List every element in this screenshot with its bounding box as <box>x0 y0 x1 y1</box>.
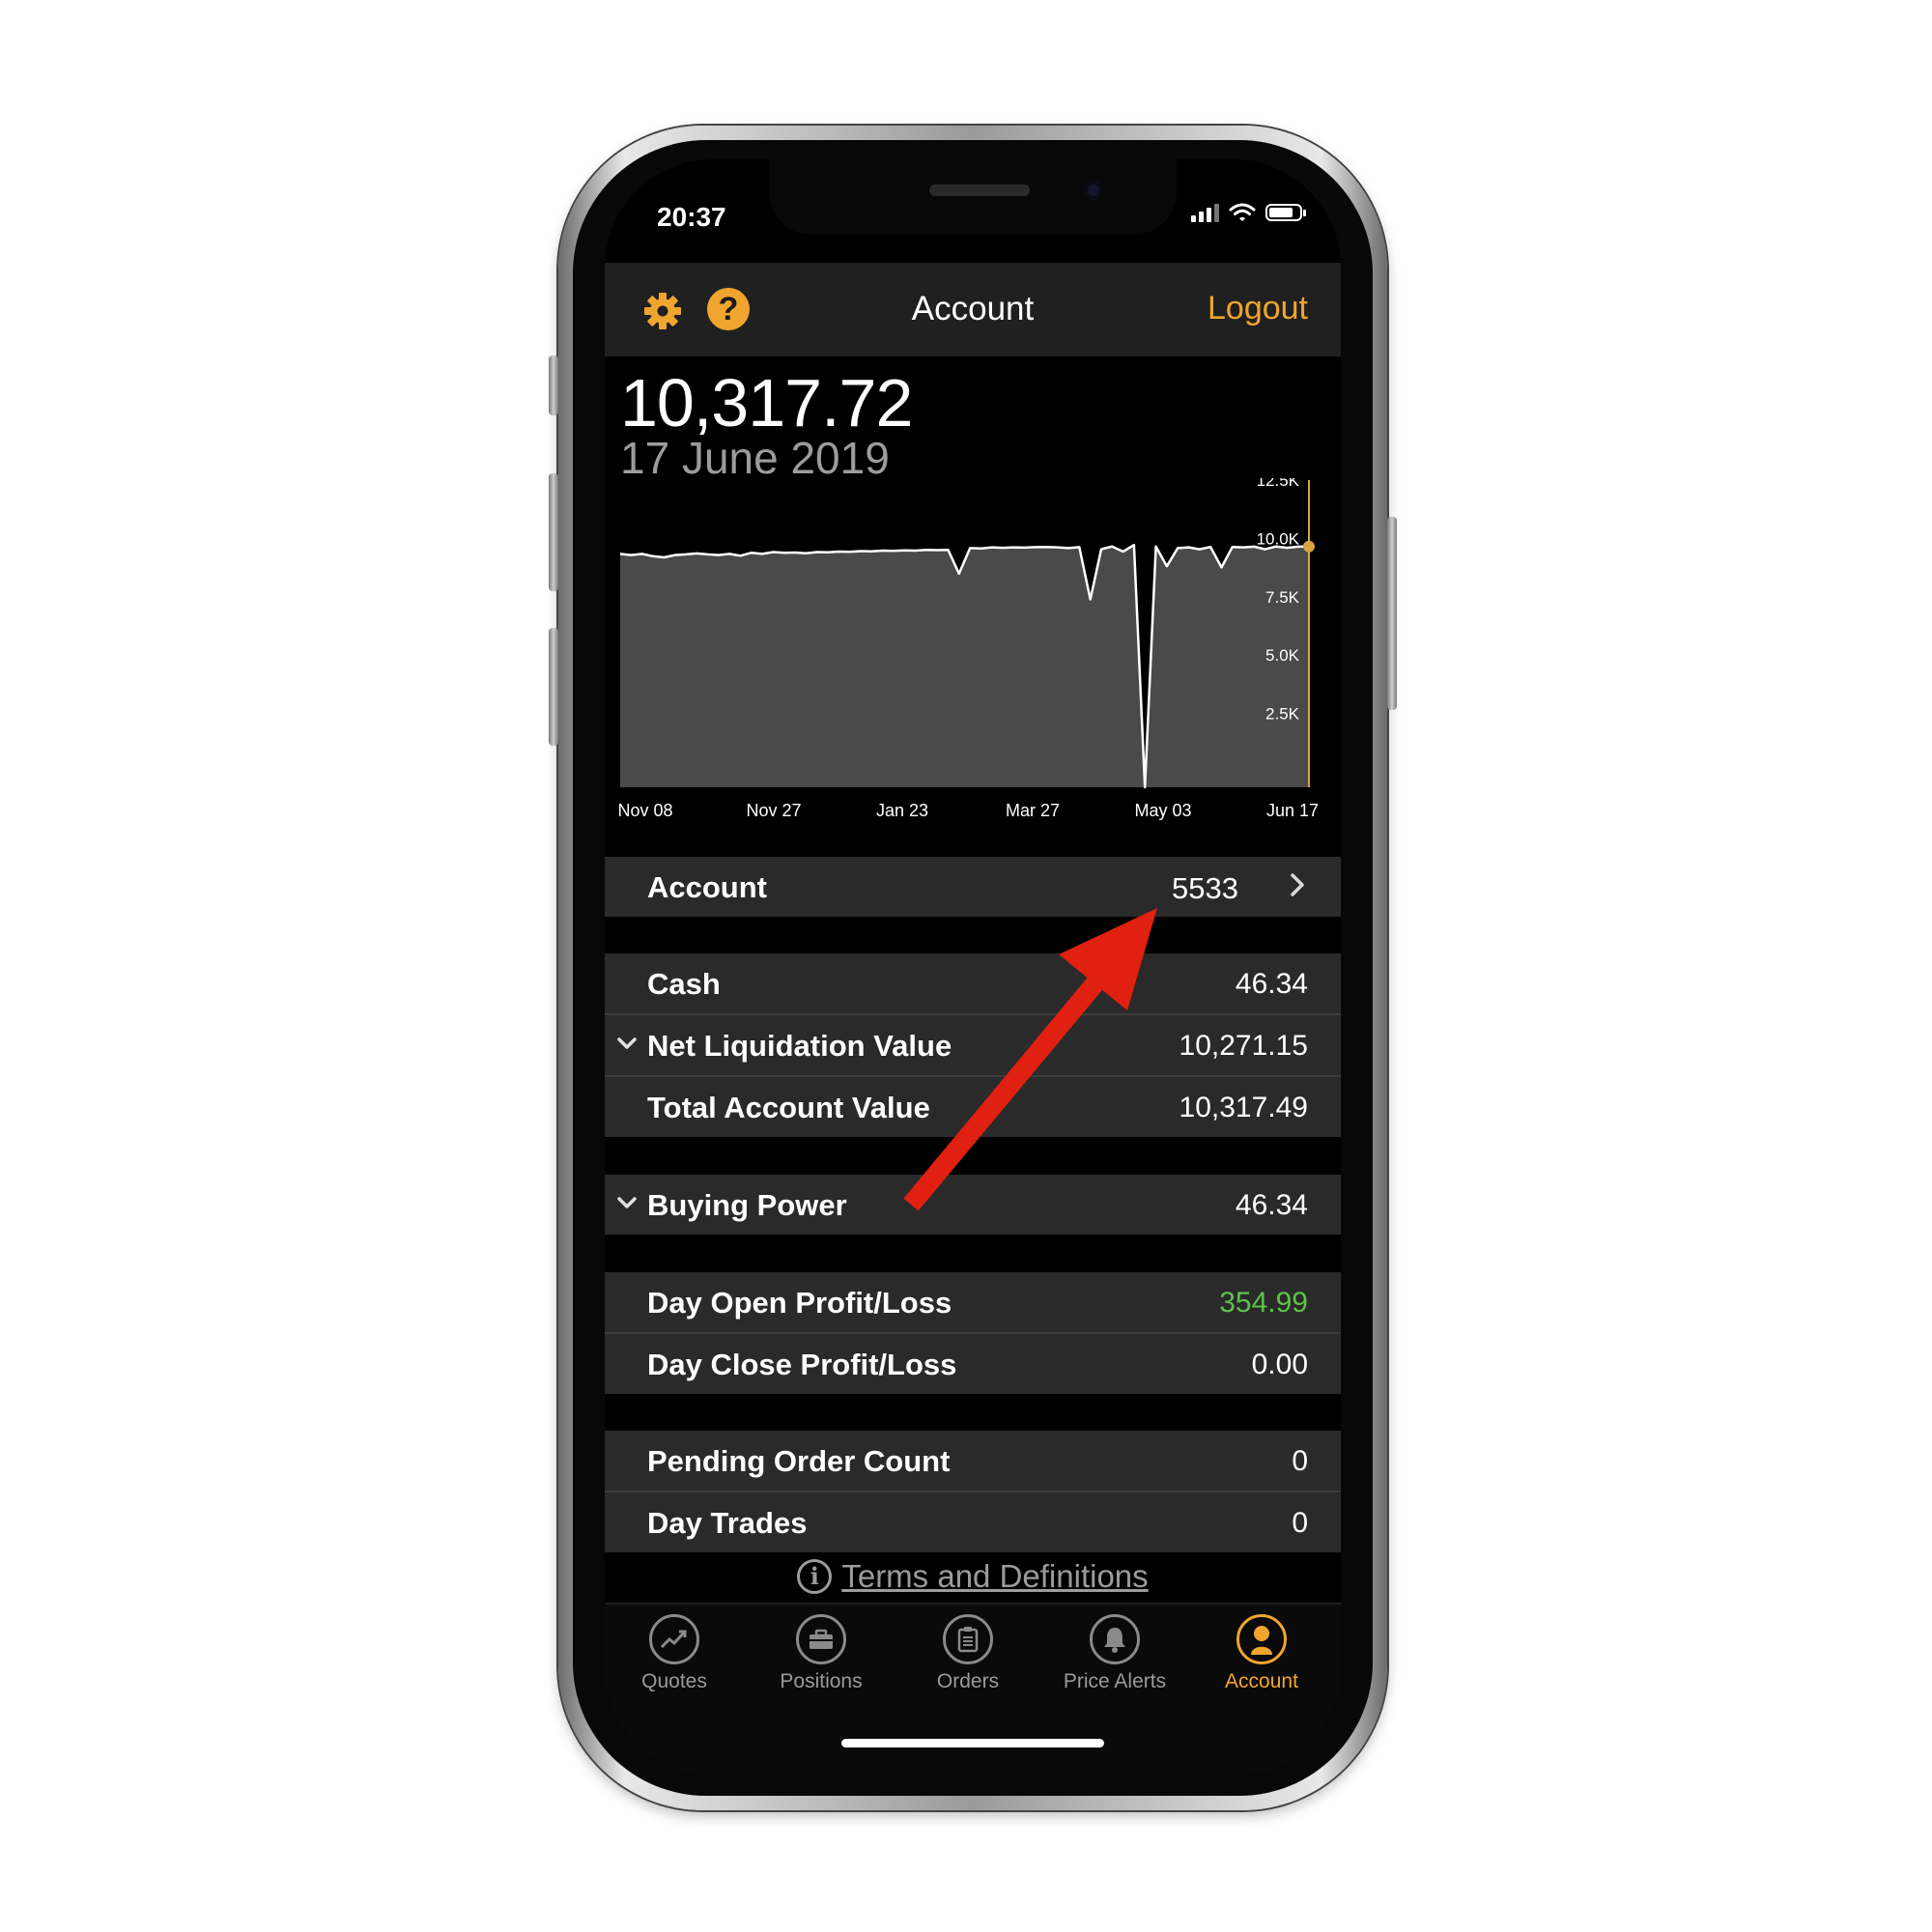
chart-area-fill <box>620 545 1309 787</box>
list-item[interactable]: Net Liquidation Value 10,271.15 <box>605 1015 1341 1075</box>
buying-power-value: 46.34 <box>1235 1189 1308 1221</box>
chevron-down-icon[interactable] <box>616 1033 638 1054</box>
x-tick-label: Jan 23 <box>876 801 928 820</box>
account-row-label: Account <box>647 870 767 904</box>
x-tick-label: May 03 <box>1134 801 1191 820</box>
list-item[interactable]: Cash 46.34 <box>605 953 1341 1013</box>
tab-positions[interactable]: Positions <box>748 1614 895 1693</box>
front-camera <box>1084 181 1103 200</box>
tab-price-alerts[interactable]: Price Alerts <box>1041 1614 1188 1693</box>
terms-label: Terms and Definitions <box>841 1558 1149 1594</box>
list-item[interactable]: Day Trades 0 <box>605 1492 1341 1552</box>
tab-label: Price Alerts <box>1063 1670 1167 1692</box>
list-item[interactable]: Day Open Profit/Loss 354.99 <box>605 1272 1341 1332</box>
list-item[interactable]: Total Account Value 10,317.49 <box>605 1077 1341 1137</box>
account-row[interactable]: Account 5533 <box>605 857 1341 917</box>
net-liquidation-value: 10,271.15 <box>1179 1030 1308 1062</box>
list-item[interactable]: Day Close Profit/Loss 0.00 <box>605 1334 1341 1394</box>
status-time: 20:37 <box>657 202 726 232</box>
tab-label: Orders <box>936 1670 1000 1692</box>
volume-down-button <box>549 628 558 746</box>
account-value-chart[interactable]: 12.5K 10.0K 7.5K 5.0K 2.5K Nov 08 Nov 27 Jan 23… <box>605 478 1341 865</box>
logout-button[interactable]: Logout <box>1208 290 1308 327</box>
pending-order-count-label: Pending Order Count <box>647 1444 951 1478</box>
account-number: 5533 <box>1172 871 1238 905</box>
y-tick-label: 7.5K <box>1265 588 1300 607</box>
tab-quotes[interactable]: Quotes <box>605 1614 748 1693</box>
cash-label: Cash <box>647 967 721 1001</box>
net-liquidation-label: Net Liquidation Value <box>647 1029 952 1063</box>
y-tick-label: 5.0K <box>1265 646 1300 665</box>
phone-screen: 20:37 ? Account Logout 10,317.72 17 June… <box>605 159 1341 1776</box>
buying-power-label: Buying Power <box>647 1188 847 1222</box>
tab-label: Positions <box>780 1670 863 1692</box>
tab-account[interactable]: Account <box>1188 1614 1335 1693</box>
x-tick-label: Nov 27 <box>746 801 801 820</box>
volume-up-button <box>549 473 558 591</box>
x-tick-label: Mar 27 <box>1006 801 1060 820</box>
day-open-pl-label: Day Open Profit/Loss <box>647 1286 952 1320</box>
signal-icon <box>1191 203 1219 222</box>
nav-bar: ? Account Logout <box>605 263 1341 356</box>
chart-trend-icon <box>649 1614 699 1664</box>
day-trades-label: Day Trades <box>647 1506 808 1540</box>
chevron-down-icon[interactable] <box>616 1192 638 1213</box>
briefcase-icon <box>796 1614 846 1664</box>
terms-link[interactable]: i Terms and Definitions <box>797 1558 1149 1595</box>
pending-order-count-value: 0 <box>1292 1445 1308 1477</box>
silent-switch <box>549 355 558 415</box>
day-open-pl-value: 354.99 <box>1219 1287 1308 1319</box>
total-account-value-label: Total Account Value <box>647 1091 930 1124</box>
list-item[interactable]: Pending Order Count 0 <box>605 1431 1341 1491</box>
tab-label: Quotes <box>641 1670 707 1692</box>
account-value-date: 17 June 2019 <box>620 433 890 483</box>
day-close-pl-label: Day Close Profit/Loss <box>647 1348 957 1381</box>
cash-value: 46.34 <box>1235 968 1308 1000</box>
bell-icon <box>1090 1614 1140 1664</box>
total-account-value: 10,317.49 <box>1179 1092 1308 1123</box>
tab-orders[interactable]: Orders <box>895 1614 1041 1693</box>
home-indicator[interactable] <box>841 1739 1104 1747</box>
y-tick-label: 12.5K <box>1257 478 1300 490</box>
list-item[interactable]: Buying Power 46.34 <box>605 1175 1341 1235</box>
day-trades-value: 0 <box>1292 1507 1308 1539</box>
y-tick-label: 2.5K <box>1265 705 1300 724</box>
x-tick-label: Nov 08 <box>617 801 672 820</box>
tab-bar: Quotes Positions Orders Price Alerts Acc… <box>605 1603 1341 1776</box>
day-close-pl-value: 0.00 <box>1251 1349 1308 1380</box>
chevron-right-icon <box>1291 873 1304 896</box>
power-button <box>1387 517 1397 710</box>
battery-icon <box>1265 204 1306 221</box>
info-icon: i <box>797 1559 833 1594</box>
tab-label: Account <box>1225 1670 1298 1692</box>
notch <box>769 159 1177 235</box>
account-value-headline: 10,317.72 <box>620 365 913 440</box>
x-tick-label: Jun 17 <box>1266 801 1319 820</box>
wifi-icon <box>1229 203 1256 221</box>
status-icons <box>1191 202 1306 223</box>
speaker-grille <box>929 185 1030 196</box>
person-icon <box>1236 1614 1287 1664</box>
y-tick-label: 10.0K <box>1257 529 1300 548</box>
terms-container: i Terms and Definitions <box>605 1558 1341 1595</box>
chart-cursor-point[interactable] <box>1303 540 1315 553</box>
clipboard-icon <box>943 1614 993 1664</box>
